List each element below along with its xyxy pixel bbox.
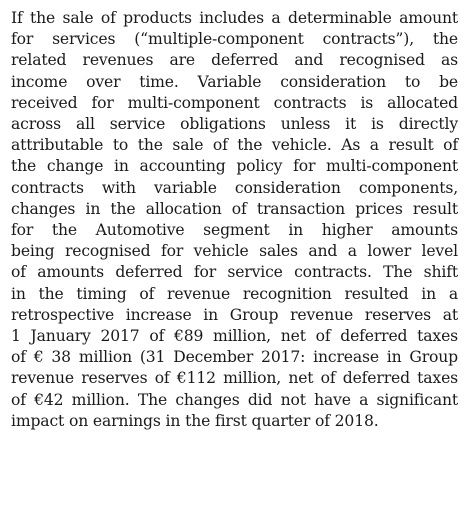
text-line: of amounts deferred for service contract… (11, 263, 458, 282)
text-line: contracts with variable consideration co… (11, 178, 458, 197)
text-line: for services (“multiple-component contra… (11, 30, 458, 49)
text-line: If the sale of products includes a deter… (11, 9, 458, 27)
text-line: across all service obligations unless it… (11, 115, 458, 134)
text-line: income over time. Variable consideration… (11, 72, 458, 91)
text-line: the change in accounting policy for mult… (11, 157, 458, 176)
text-line: related revenues are deferred and recogn… (11, 51, 458, 70)
text-line: being recognised for vehicle sales and a… (11, 242, 458, 261)
text-line: 1 January 2017 of €89 million, net of de… (11, 327, 458, 346)
text-line: received for multi-component contracts i… (11, 93, 458, 112)
text-line: attributable to the sale of the vehicle.… (11, 136, 458, 155)
text-line: retrospective increase in Group revenue … (11, 305, 458, 324)
text-line: impact on earnings in the first quarter … (11, 411, 379, 430)
document-page: If the sale of products includes a deter… (0, 0, 471, 520)
text-line: of €42 million. The changes did not have… (11, 390, 458, 409)
text-line: for the Automotive segment in higher amo… (11, 221, 458, 240)
text-line: in the timing of revenue recognition res… (11, 284, 458, 303)
body-paragraph: If the sale of products includes a deter… (11, 8, 458, 432)
text-line: of € 38 million (31 December 2017: incre… (11, 348, 458, 367)
text-line: revenue reserves of €112 million, net of… (11, 369, 458, 388)
text-line: changes in the allocation of transaction… (11, 199, 458, 218)
